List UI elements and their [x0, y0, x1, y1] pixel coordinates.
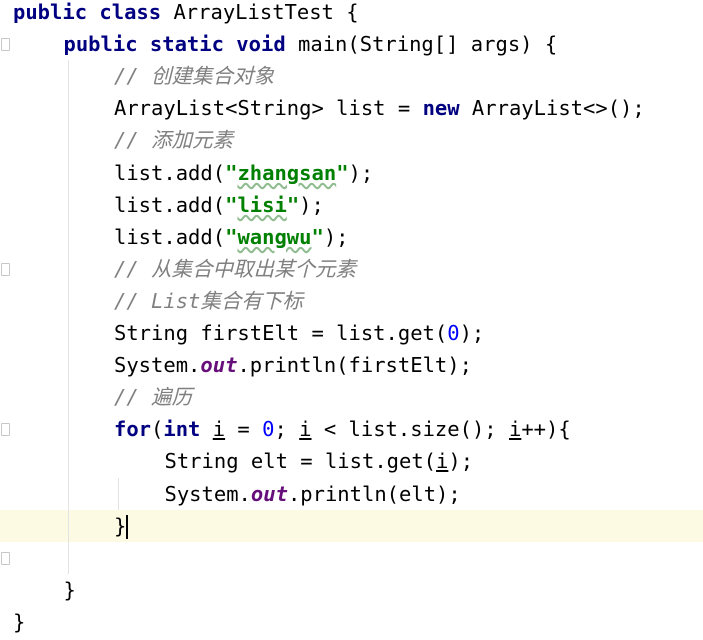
code-line[interactable]: public class ArrayListTest { — [0, 0, 703, 28]
code-token: ); — [348, 160, 374, 185]
code-line[interactable]: // 创建集合对象 — [0, 60, 703, 92]
code-line[interactable]: } — [0, 509, 703, 542]
comment-token: // List集合有下标 — [114, 288, 303, 313]
code-line[interactable]: System.out.println(elt); — [0, 478, 703, 510]
code-line[interactable]: String firstElt = list.get(0); — [0, 317, 703, 349]
code-line-text: } — [114, 510, 129, 542]
code-line[interactable]: list.add("zhangsan"); — [0, 157, 703, 189]
indent-guide — [67, 60, 69, 574]
keyword-token: for — [114, 417, 152, 442]
code-token: ++){ — [521, 417, 571, 442]
code-token: ( — [151, 417, 164, 442]
loop-variable-token: i — [436, 449, 449, 474]
loop-variable-token: i — [508, 417, 522, 442]
keyword-token: new — [422, 96, 460, 121]
code-token: ArrayListTest { — [161, 0, 359, 24]
fold-toggle-icon[interactable] — [1, 423, 10, 437]
code-line-text: ArrayList<String> list = new ArrayList<>… — [114, 92, 645, 124]
text-caret — [126, 514, 129, 539]
keyword-token: public static void — [63, 32, 286, 57]
code-token: < list.size(); — [311, 417, 509, 442]
comment-token: // 添加元素 — [114, 128, 234, 153]
code-line-text: } — [13, 606, 25, 638]
code-line[interactable]: // 添加元素 — [0, 124, 703, 156]
code-token: main(String[] args) { — [285, 32, 558, 57]
code-line[interactable]: list.add("lisi"); — [0, 189, 703, 221]
code-token: ; — [274, 417, 300, 442]
indent-guide — [118, 477, 119, 510]
code-token: } — [63, 577, 76, 602]
code-line-text: // 创建集合对象 — [114, 60, 274, 92]
code-line[interactable]: public static void main(String[] args) { — [0, 28, 703, 60]
code-token: String firstElt = list.get( — [114, 321, 448, 345]
code-line[interactable]: // 遍历 — [0, 381, 703, 413]
code-line[interactable]: } — [0, 606, 703, 638]
fold-toggle-icon[interactable] — [1, 262, 10, 276]
code-line-text: for(int i = 0; i < list.size(); i++){ — [114, 413, 571, 445]
code-token: String elt = list.get( — [164, 449, 437, 474]
number-token: 0 — [447, 321, 460, 345]
code-line-text: list.add("wangwu"); — [114, 221, 349, 253]
string-token: "zhangsan" — [225, 160, 349, 185]
code-line-text: System.out.println(elt); — [165, 478, 461, 510]
code-line[interactable]: } — [0, 574, 703, 606]
code-token: ArrayList<>(); — [459, 96, 645, 121]
number-token: 0 — [262, 417, 275, 442]
code-token: list.add( — [114, 224, 226, 249]
code-line-text: list.add("zhangsan"); — [114, 157, 373, 189]
code-line[interactable]: for(int i = 0; i < list.size(); i++){ — [0, 413, 703, 445]
code-line-text: } — [64, 574, 76, 606]
static-field-token: out — [250, 481, 288, 506]
code-line-text: // 添加元素 — [114, 124, 233, 156]
code-token: list.add( — [114, 192, 226, 217]
code-line-text: list.add("lisi"); — [114, 189, 324, 221]
code-line[interactable]: list.add("wangwu"); — [0, 221, 703, 253]
code-line-text: // 遍历 — [114, 381, 192, 413]
code-editor[interactable]: public class ArrayListTest {public stati… — [0, 0, 703, 640]
fold-toggle-icon[interactable] — [1, 551, 10, 565]
code-token: ); — [448, 449, 474, 474]
code-line-text: public class ArrayListTest { — [13, 0, 359, 28]
code-line-text: // 从集合中取出某个元素 — [114, 253, 356, 285]
code-line[interactable]: // 从集合中取出某个元素 — [0, 253, 703, 285]
code-line[interactable]: String elt = list.get(i); — [0, 445, 703, 477]
code-token: } — [114, 513, 127, 538]
keyword-token: int — [163, 417, 201, 442]
string-token: "lisi" — [225, 192, 300, 217]
code-token: list.add( — [114, 160, 226, 185]
code-line-text: // List集合有下标 — [114, 285, 303, 317]
fold-toggle-icon[interactable] — [1, 38, 10, 52]
code-token: ); — [459, 321, 485, 345]
code-line[interactable] — [0, 542, 703, 574]
loop-variable-token: i — [299, 417, 312, 442]
static-field-token: out — [200, 353, 238, 378]
code-line[interactable]: ArrayList<String> list = new ArrayList<>… — [0, 92, 703, 124]
code-token: System. — [114, 353, 201, 378]
code-token: System. — [164, 481, 251, 506]
code-line-text: System.out.println(firstElt); — [114, 349, 472, 381]
code-token: } — [13, 609, 26, 634]
code-token: ); — [323, 224, 349, 249]
keyword-token: public class — [13, 0, 162, 24]
loop-variable-token: i — [212, 417, 226, 442]
code-line-text: String elt = list.get(i); — [165, 445, 474, 477]
string-token: "wangwu" — [225, 224, 324, 249]
comment-token: // 遍历 — [114, 385, 193, 410]
code-line[interactable]: System.out.println(firstElt); — [0, 349, 703, 381]
comment-token: // 从集合中取出某个元素 — [114, 256, 357, 281]
code-token: .println(elt); — [287, 481, 461, 506]
code-line-text: public static void main(String[] args) { — [64, 28, 558, 60]
code-line[interactable]: // List集合有下标 — [0, 285, 703, 317]
code-token: = — [225, 417, 263, 442]
code-token: ArrayList<String> list = — [114, 96, 423, 121]
code-token: .println(firstElt); — [237, 353, 472, 378]
code-token: ); — [299, 192, 324, 217]
comment-token: // 创建集合对象 — [114, 64, 275, 89]
code-line-text: String firstElt = list.get(0); — [114, 317, 484, 349]
